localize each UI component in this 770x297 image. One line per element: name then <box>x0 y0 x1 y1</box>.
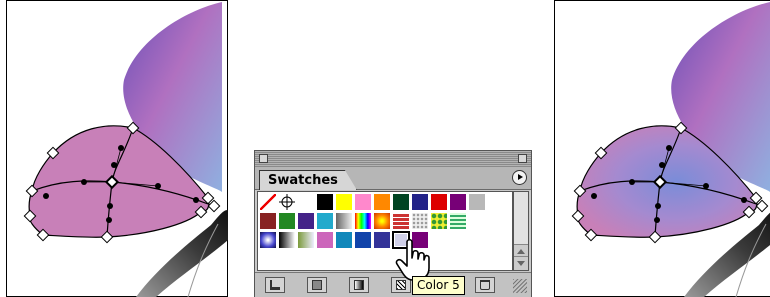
swatch-1-1[interactable] <box>278 212 296 230</box>
color-swatch-icon[interactable] <box>307 277 327 293</box>
swatch-0-2[interactable] <box>297 193 315 211</box>
swatch-1-2[interactable] <box>297 212 315 230</box>
zoom-box-icon[interactable] <box>518 154 527 163</box>
panel-tab-row: Swatches <box>255 167 531 190</box>
panel-titlebar[interactable] <box>255 151 531 167</box>
swatch-1-5[interactable] <box>354 212 372 230</box>
swatch-0-10[interactable] <box>449 193 467 211</box>
swatch-0-11[interactable] <box>468 193 486 211</box>
swatch-0-1[interactable] <box>278 193 296 211</box>
swatch-0-8[interactable] <box>411 193 429 211</box>
swatch-1-8[interactable] <box>411 212 429 230</box>
swatch-0-4[interactable] <box>335 193 353 211</box>
gradient-swatch-icon[interactable] <box>349 277 369 293</box>
swatch-1-4[interactable] <box>335 212 353 230</box>
swatch-1-3[interactable] <box>316 212 334 230</box>
swatch-2-5[interactable] <box>354 231 372 249</box>
swatch-1-10[interactable] <box>449 212 467 230</box>
swatch-0-0[interactable] <box>259 193 277 211</box>
swatch-1-9[interactable] <box>430 212 448 230</box>
panel-bottom-bar <box>255 272 531 297</box>
swatches-panel: Swatches <box>254 150 532 297</box>
swatch-0-9[interactable] <box>430 193 448 211</box>
right-artwork-frame <box>554 0 770 297</box>
swatch-tooltip: Color 5 <box>412 276 465 295</box>
swatch-0-3[interactable] <box>316 193 334 211</box>
swatch-2-6[interactable] <box>373 231 391 249</box>
swatch-2-2[interactable] <box>297 231 315 249</box>
swatch-grid <box>257 191 513 271</box>
scroll-down-arrow-icon[interactable] <box>514 256 528 270</box>
swatch-1-0[interactable] <box>259 212 277 230</box>
panel-menu-arrow-icon[interactable] <box>512 170 527 185</box>
scrollbar[interactable] <box>513 191 529 271</box>
swatch-0-5[interactable] <box>354 193 372 211</box>
tab-swatches[interactable]: Swatches <box>259 170 357 190</box>
swatch-2-0[interactable] <box>259 231 277 249</box>
swatch-1-7[interactable] <box>392 212 410 230</box>
swatch-0-6[interactable] <box>373 193 391 211</box>
swatch-2-4[interactable] <box>335 231 353 249</box>
resize-grip-icon[interactable] <box>513 279 527 293</box>
registration-icon <box>279 194 295 210</box>
swatch-0-7[interactable] <box>392 193 410 211</box>
trash-icon[interactable] <box>475 277 495 293</box>
swatch-2-3[interactable] <box>316 231 334 249</box>
show-kinds-icon[interactable] <box>265 277 285 293</box>
swatch-2-1[interactable] <box>278 231 296 249</box>
swatch-1-6[interactable] <box>373 212 391 230</box>
close-box-icon[interactable] <box>259 154 268 163</box>
left-artwork-frame <box>6 0 228 297</box>
